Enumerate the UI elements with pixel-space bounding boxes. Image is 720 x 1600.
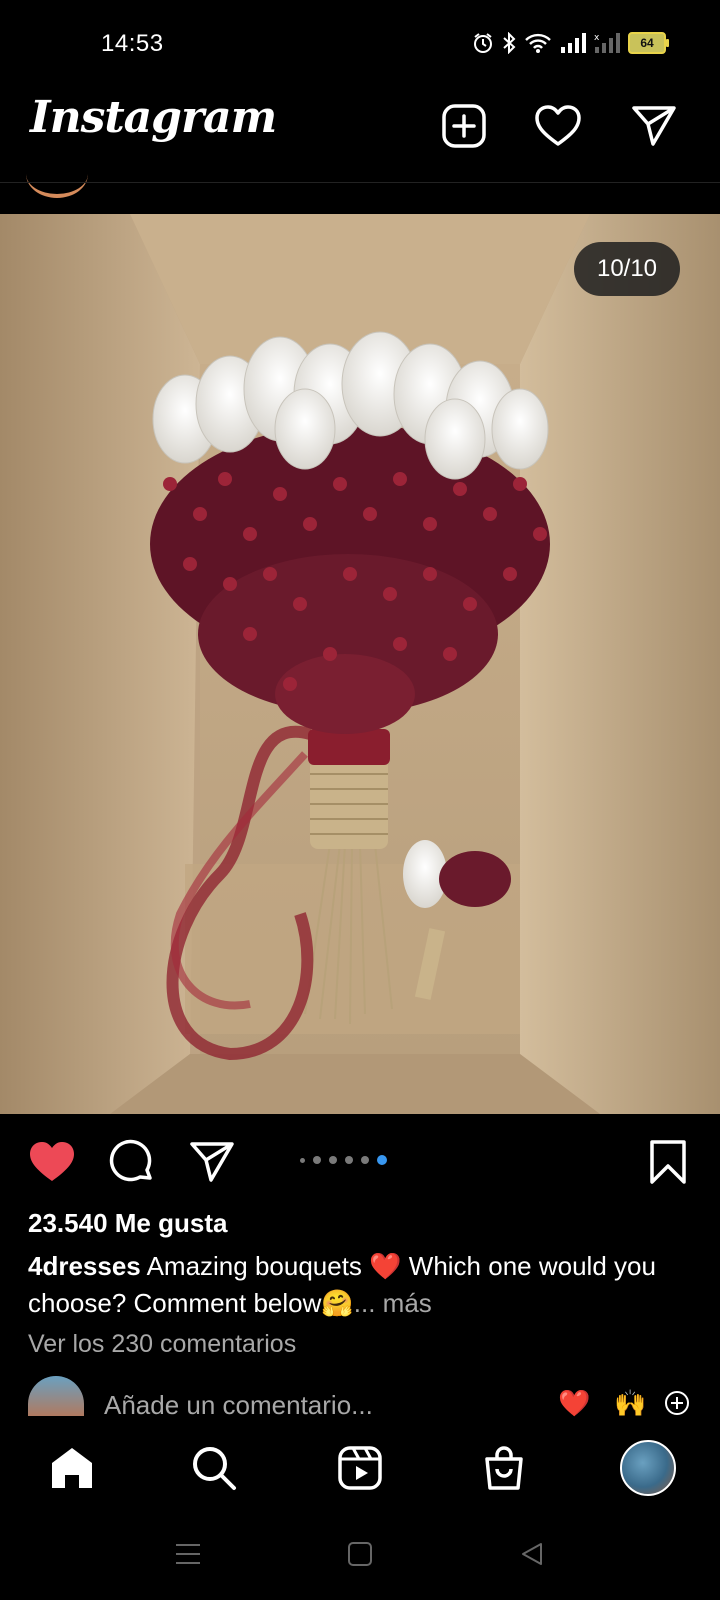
reels-icon (338, 1446, 382, 1490)
nav-profile[interactable] (618, 1438, 678, 1498)
status-icons: x 64 (472, 32, 669, 54)
home-icon (52, 1448, 92, 1488)
heart-icon (535, 105, 581, 146)
post-image[interactable] (0, 214, 720, 1114)
carousel-counter: 10/10 (574, 242, 680, 296)
wifi-icon (525, 33, 551, 53)
save-button[interactable] (640, 1134, 696, 1190)
signal-2-icon: x (594, 33, 620, 53)
menu-icon (176, 1544, 200, 1564)
carousel-dot-active (377, 1155, 387, 1165)
system-home-button[interactable] (340, 1534, 380, 1574)
header-divider (0, 182, 720, 183)
nav-reels[interactable] (330, 1438, 390, 1498)
profile-avatar (620, 1440, 676, 1496)
battery-icon: 64 (628, 32, 669, 54)
caption-username[interactable]: 4dresses (28, 1251, 141, 1281)
home-square-icon (348, 1542, 372, 1566)
shop-icon (485, 1446, 523, 1490)
direct-message-icon (632, 106, 676, 146)
system-back-button[interactable] (512, 1534, 552, 1574)
heart-filled-icon (30, 1142, 74, 1181)
carousel-dot (300, 1157, 305, 1163)
like-button[interactable] (24, 1134, 80, 1190)
instagram-logo[interactable]: Instagram (30, 92, 277, 143)
comment-input[interactable]: Añade un comentario... (104, 1390, 373, 1421)
view-comments-link[interactable]: Ver los 230 comentarios (28, 1330, 296, 1359)
nav-shop[interactable] (474, 1438, 534, 1498)
quick-reaction-raised-hands[interactable]: 🙌 (614, 1388, 646, 1419)
bookmark-icon (650, 1140, 686, 1184)
caption-emoji-hug: 🤗 (321, 1288, 354, 1318)
commenter-avatar (28, 1376, 84, 1416)
add-emoji-button[interactable] (664, 1390, 690, 1421)
bluetooth-icon (503, 32, 516, 54)
back-icon (522, 1543, 542, 1565)
nav-home[interactable] (42, 1438, 102, 1498)
signal-icon (561, 33, 586, 53)
activity-button[interactable] (532, 100, 584, 152)
svg-text:x: x (594, 33, 600, 43)
post-caption[interactable]: 4dresses Amazing bouquets ❤️ Which one w… (28, 1248, 688, 1322)
alarm-icon (474, 33, 492, 53)
carousel-dot (345, 1156, 353, 1164)
carousel-dots (300, 1155, 387, 1165)
comment-icon (109, 1139, 152, 1182)
carousel-dot (361, 1156, 369, 1164)
carousel-dot (329, 1156, 337, 1164)
caption-text-1: Amazing bouquets (146, 1251, 362, 1281)
share-button[interactable] (184, 1134, 240, 1190)
quick-reaction-heart[interactable]: ❤️ (558, 1388, 590, 1419)
search-icon (193, 1447, 236, 1490)
status-time: 14:53 (101, 30, 164, 57)
direct-messages-button[interactable] (628, 100, 680, 152)
carousel-dot (313, 1156, 321, 1164)
comment-button[interactable] (104, 1134, 160, 1190)
system-menu-button[interactable] (168, 1534, 208, 1574)
post-author-avatar[interactable] (26, 150, 88, 198)
caption-more-link[interactable]: ... más (354, 1288, 432, 1318)
caption-emoji-heart: ❤️ (369, 1251, 402, 1281)
likes-count[interactable]: 23.540 Me gusta (28, 1208, 227, 1239)
share-icon (190, 1142, 234, 1182)
nav-search[interactable] (184, 1438, 244, 1498)
bouquet-image (0, 214, 720, 1114)
new-post-button[interactable] (438, 100, 490, 152)
new-post-icon (442, 104, 486, 148)
plus-circle-icon (665, 1391, 689, 1415)
